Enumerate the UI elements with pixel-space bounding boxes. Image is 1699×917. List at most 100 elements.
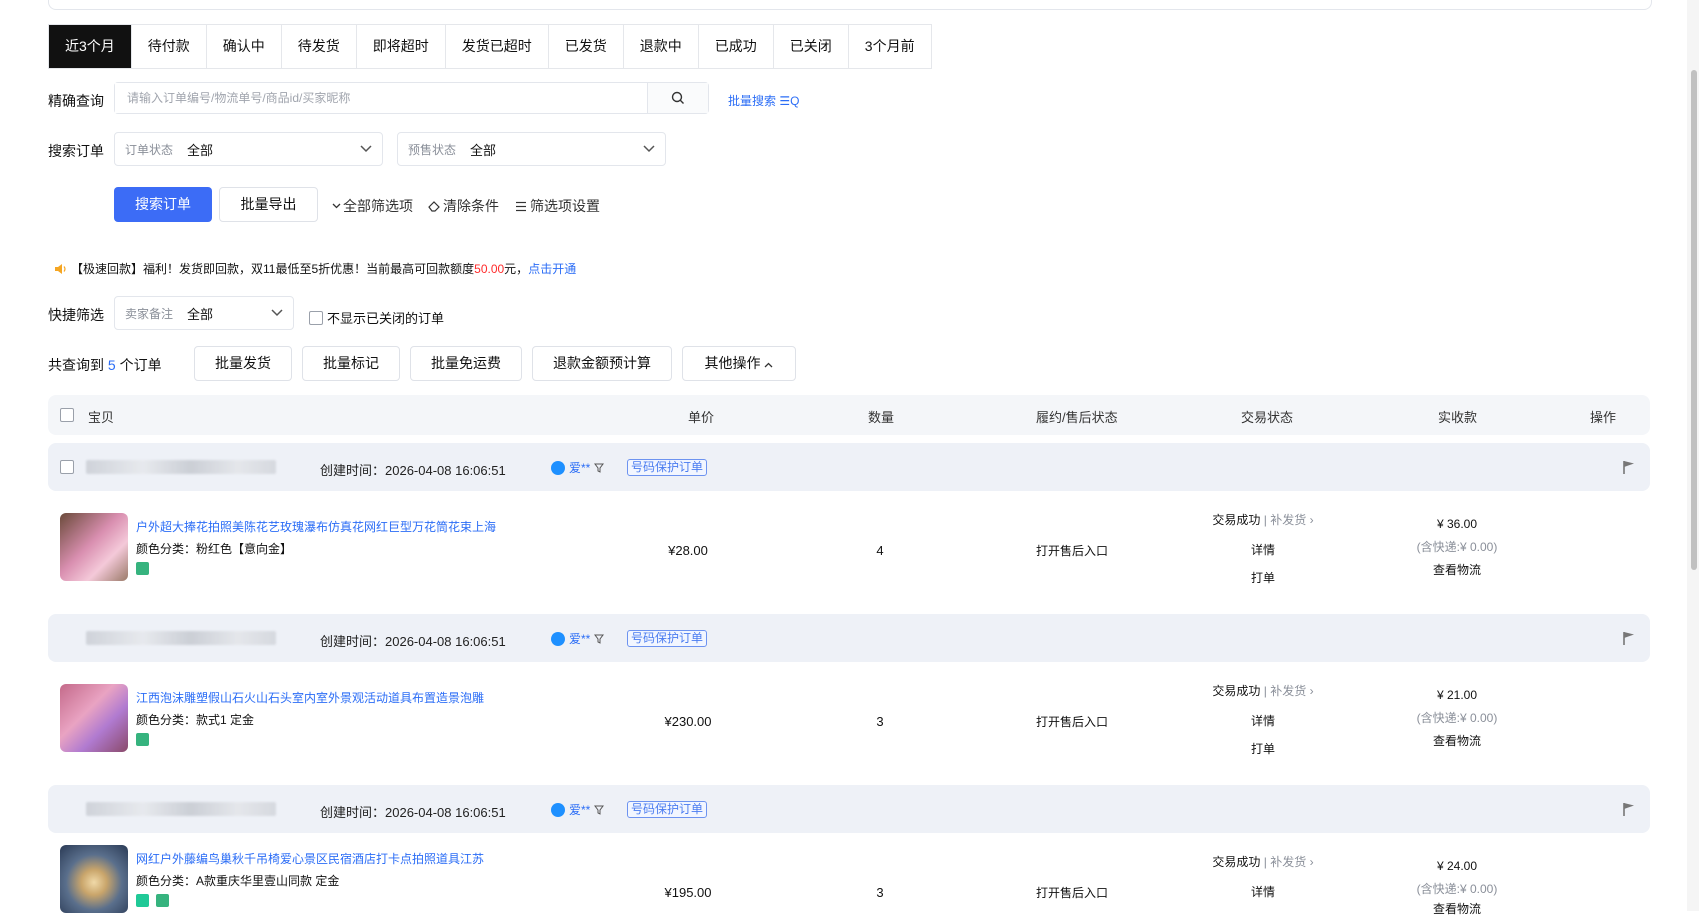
shipping-included: (含快递:¥ 0.00)	[1416, 540, 1498, 554]
batch-mark-button[interactable]: 批量标记	[302, 346, 400, 381]
chevron-down-icon	[332, 203, 341, 209]
tab-shipped[interactable]: 已发货	[549, 25, 624, 68]
order-created-time: 创建时间：2026-04-08 16:06:51	[320, 463, 506, 478]
flag-icon[interactable]	[1622, 460, 1636, 475]
tab-succeeded[interactable]: 已成功	[699, 25, 774, 68]
tab-confirming[interactable]: 确认中	[207, 25, 282, 68]
tab-closed[interactable]: 已关闭	[774, 25, 849, 68]
hide-closed-option[interactable]: 不显示已关闭的订单	[309, 308, 444, 327]
filter-icon	[594, 463, 605, 473]
filter-settings-button[interactable]: 筛选项设置	[515, 196, 600, 216]
all-filters-label: 全部筛选项	[343, 198, 413, 214]
product-title-link[interactable]: 江西泡沫雕塑假山石火山石头室内室外景观活动道具布置造景泡雕	[136, 689, 484, 706]
flag-icon[interactable]	[1622, 631, 1636, 646]
order-checkbox[interactable]	[60, 460, 74, 474]
hide-closed-label: 不显示已关闭的订单	[327, 311, 445, 326]
presale-status-select[interactable]: 预售状态 全部	[397, 132, 666, 166]
order-status-select[interactable]: 订单状态 全部	[114, 132, 383, 166]
chevron-down-icon	[360, 145, 372, 153]
filter-icon	[594, 634, 605, 644]
tab-ship-overdue[interactable]: 发货已超时	[446, 25, 549, 68]
order-group-header: 创建时间：2026-04-08 16:06:51 爱** 号码保护订单	[48, 614, 1650, 662]
product-spec: 颜色分类：A款重庆华里壹山同款 定金	[136, 874, 340, 888]
order-number-redacted	[86, 802, 276, 816]
flag-icon[interactable]	[1622, 802, 1636, 817]
buyer-info[interactable]: 爱**	[551, 801, 605, 818]
tab-about-to-timeout[interactable]: 即将超时	[357, 25, 446, 68]
clear-conditions-button[interactable]: 清除条件	[428, 196, 499, 216]
search-button[interactable]	[647, 83, 708, 113]
tab-recent-3-months[interactable]: 近3个月	[49, 25, 132, 68]
other-operations-label: 其他操作	[704, 355, 761, 371]
unit-price: ¥28.00	[668, 543, 708, 558]
detail-link[interactable]: 详情	[1251, 541, 1275, 558]
trade-status: 交易成功 | 补发货 ›	[1212, 853, 1313, 870]
refund-precalc-button[interactable]: 退款金额预计算	[532, 346, 672, 381]
select-all-checkbox[interactable]	[60, 408, 74, 422]
summary-suffix: 个订单	[119, 357, 162, 373]
product-thumbnail[interactable]	[60, 513, 128, 581]
after-sale-entry-link[interactable]: 打开售后入口	[1036, 713, 1108, 730]
filter-settings-label: 筛选项设置	[530, 198, 600, 214]
tab-refunding[interactable]: 退款中	[624, 25, 699, 68]
seller-remark-select[interactable]: 卖家备注 全部	[114, 296, 294, 330]
buyer-info[interactable]: 爱**	[551, 459, 605, 476]
promo-amount: 50.00	[474, 262, 505, 276]
other-operations-button[interactable]: 其他操作	[682, 346, 796, 381]
menu-icon	[516, 201, 526, 211]
after-sale-entry-link[interactable]: 打开售后入口	[1036, 884, 1108, 901]
buyer-name: 爱**	[569, 632, 591, 646]
top-panel-edge	[48, 0, 1652, 10]
header-qty: 数量	[868, 410, 895, 425]
product-thumbnail[interactable]	[60, 684, 128, 752]
tab-pending-payment[interactable]: 待付款	[132, 25, 207, 68]
chevron-down-icon	[643, 145, 655, 153]
after-sale-entry-link[interactable]: 打开售后入口	[1036, 542, 1108, 559]
detail-link[interactable]: 详情	[1251, 712, 1275, 729]
resend-link[interactable]: | 补发货 ›	[1264, 684, 1314, 698]
product-title-link[interactable]: 户外超大捧花拍照美陈花艺玫瑰瀑布仿真花网红巨型万花筒花束上海	[136, 518, 496, 535]
order-created-time: 创建时间：2026-04-08 16:06:51	[320, 634, 506, 649]
print-order-link[interactable]: 打单	[1251, 740, 1275, 757]
print-order-link[interactable]: 打单	[1251, 569, 1275, 586]
presale-status-label: 预售状态	[408, 142, 457, 157]
batch-ship-button[interactable]: 批量发货	[194, 346, 292, 381]
view-logistics-link[interactable]: 查看物流	[1433, 732, 1481, 749]
table-header: 宝贝 单价 数量 履约/售后状态 交易状态 实收款 操作	[48, 395, 1650, 435]
product-thumbnail[interactable]	[60, 845, 128, 913]
resend-link[interactable]: | 补发货 ›	[1264, 513, 1314, 527]
buyer-name: 爱**	[569, 803, 591, 817]
speaker-icon	[55, 263, 66, 274]
batch-search-link[interactable]: 批量搜索 ☰Q	[728, 92, 799, 109]
exact-query-box	[114, 82, 709, 114]
unit-price: ¥230.00	[664, 714, 712, 729]
product-spec: 颜色分类：款式1 定金	[136, 713, 255, 727]
header-fulfillment: 履约/售后状态	[1036, 410, 1118, 425]
chat-icon	[551, 460, 565, 475]
tab-to-ship[interactable]: 待发货	[282, 25, 357, 68]
service-badge-icon	[136, 733, 149, 746]
quick-filter-label: 快捷筛选	[48, 307, 104, 323]
scrollbar[interactable]	[1687, 0, 1699, 911]
scrollbar-thumb[interactable]	[1691, 70, 1697, 570]
batch-export-button[interactable]: 批量导出	[219, 187, 318, 222]
search-input[interactable]	[115, 83, 647, 113]
product-title-link[interactable]: 网红户外藤编鸟巢秋千吊椅爱心景区民宿酒店打卡点拍照道具江苏	[136, 850, 484, 867]
search-orders-button[interactable]: 搜索订单	[114, 187, 212, 222]
view-logistics-link[interactable]: 查看物流	[1433, 561, 1481, 578]
promo-suffix: 元，	[504, 262, 529, 276]
view-logistics-link[interactable]: 查看物流	[1433, 900, 1481, 917]
hide-closed-checkbox[interactable]	[309, 310, 323, 325]
resend-link[interactable]: | 补发货 ›	[1264, 855, 1314, 869]
batch-free-shipping-button[interactable]: 批量免运费	[410, 346, 522, 381]
promo-text: 【极速回款】福利！发货即回款，双11最低至5折优惠！当前最高可回款额度	[71, 262, 475, 276]
number-protection-badge: 号码保护订单	[627, 630, 708, 647]
activate-link[interactable]: 点击开通	[528, 262, 576, 276]
detail-link[interactable]: 详情	[1251, 883, 1275, 900]
tab-older-than-3-months[interactable]: 3个月前	[849, 25, 931, 68]
buyer-info[interactable]: 爱**	[551, 630, 605, 647]
all-filters-toggle[interactable]: 全部筛选项	[332, 196, 413, 216]
number-protection-badge: 号码保护订单	[627, 801, 708, 818]
trade-status-text: 交易成功	[1212, 513, 1261, 527]
trade-status: 交易成功 | 补发货 ›	[1212, 682, 1313, 699]
